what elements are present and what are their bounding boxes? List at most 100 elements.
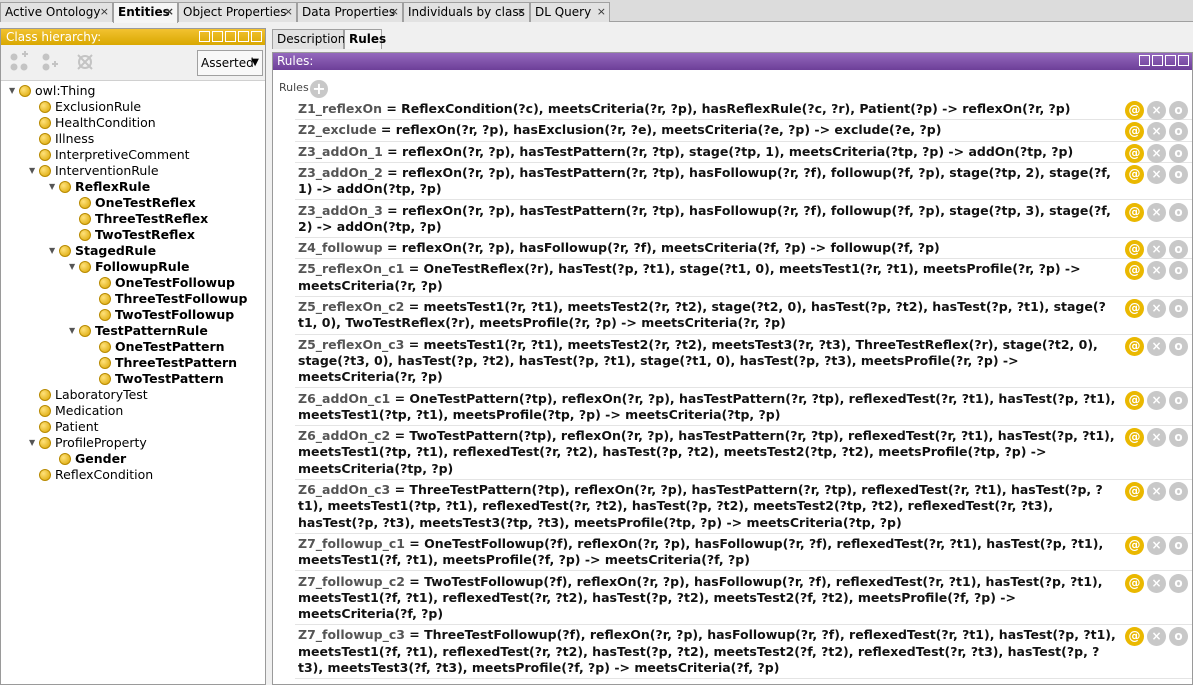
tree-node[interactable]: OneTestReflex [69, 195, 196, 211]
float-icon[interactable] [1139, 55, 1150, 66]
delete-icon[interactable]: × [1147, 299, 1166, 318]
tree-node[interactable]: LaboratoryTest [29, 387, 148, 403]
close-icon[interactable]: × [100, 3, 109, 21]
annotate-icon[interactable]: @ [1125, 482, 1144, 501]
delete-icon[interactable]: × [1147, 101, 1166, 120]
annotate-icon[interactable]: @ [1125, 240, 1144, 260]
expand-toggle-icon[interactable]: ▼ [29, 435, 39, 451]
tab-data-properties[interactable]: Data Properties × [297, 2, 403, 22]
delete-class-icon[interactable] [73, 51, 97, 75]
close-icon[interactable]: × [284, 3, 293, 21]
annotate-icon[interactable]: @ [1125, 573, 1144, 593]
delete-icon[interactable]: × [1147, 261, 1166, 281]
expand-toggle-icon[interactable]: ▼ [29, 163, 39, 179]
rule-row[interactable]: Z5_reflexOn_c1 = OneTestReflex(?r), hasT… [295, 259, 1192, 297]
annotate-icon[interactable]: @ [1125, 627, 1144, 647]
delete-icon[interactable]: × [1147, 535, 1166, 555]
tree-node[interactable]: Medication [29, 403, 123, 419]
delete-icon[interactable]: × [1147, 143, 1166, 163]
hierarchy-mode-select[interactable]: Asserted ▼ [197, 50, 263, 76]
edit-icon[interactable]: o [1169, 164, 1188, 184]
tree-node[interactable]: Patient [29, 419, 99, 435]
tree-node[interactable]: TwoTestReflex [69, 227, 195, 243]
delete-icon[interactable]: × [1147, 122, 1166, 142]
rule-row[interactable]: Z7_followup_c3 = ThreeTestFollowup(?f), … [295, 625, 1192, 680]
rule-row[interactable]: Z4_followup = reflexOn(?r, ?p), hasFollo… [295, 238, 1192, 260]
pin-icon[interactable] [199, 31, 210, 42]
tree-node[interactable]: OneTestFollowup [89, 275, 235, 291]
tab-dl-query[interactable]: DL Query × [530, 2, 610, 22]
edit-icon[interactable]: o [1169, 143, 1188, 163]
annotate-icon[interactable]: @ [1125, 164, 1144, 184]
tab-entities[interactable]: Entities × [113, 2, 178, 23]
expand-toggle-icon[interactable]: ▼ [9, 83, 19, 99]
edit-icon[interactable]: o [1169, 627, 1188, 647]
edit-icon[interactable]: o [1169, 390, 1188, 410]
tab-object-properties[interactable]: Object Properties × [178, 2, 297, 22]
edit-icon[interactable]: o [1169, 299, 1188, 318]
tree-node[interactable]: ▼ owl:Thing [9, 83, 95, 99]
annotate-icon[interactable]: @ [1125, 143, 1144, 163]
tree-node[interactable]: TwoTestFollowup [89, 307, 234, 323]
expand-toggle-icon[interactable]: ▼ [49, 243, 59, 259]
delete-icon[interactable]: × [1147, 336, 1166, 356]
edit-icon[interactable]: o [1169, 482, 1188, 501]
tree-node[interactable]: ThreeTestReflex [69, 211, 208, 227]
annotate-icon[interactable]: @ [1125, 101, 1144, 120]
delete-icon[interactable]: × [1147, 240, 1166, 260]
tree-node[interactable]: ReflexCondition [29, 467, 153, 483]
edit-icon[interactable]: o [1169, 122, 1188, 142]
annotate-icon[interactable]: @ [1125, 299, 1144, 318]
tree-node[interactable]: ▼ FollowupRule [69, 259, 189, 275]
tree-node[interactable]: ThreeTestFollowup [89, 291, 247, 307]
annotate-icon[interactable]: @ [1125, 336, 1144, 356]
edit-icon[interactable]: o [1169, 202, 1188, 222]
minimize-icon[interactable] [225, 31, 236, 42]
rule-row[interactable]: Z1_reflexOn = ReflexCondition(?c), meets… [295, 99, 1192, 121]
rule-row[interactable]: Z5_reflexOn_c3 = meetsTest1(?r, ?t1), me… [295, 335, 1192, 389]
expand-toggle-icon[interactable]: ▼ [69, 323, 79, 339]
annotate-icon[interactable]: @ [1125, 261, 1144, 281]
delete-icon[interactable]: × [1147, 482, 1166, 501]
maximize-icon[interactable] [238, 31, 249, 42]
maximize-icon[interactable] [1165, 55, 1176, 66]
edit-icon[interactable]: o [1169, 101, 1188, 120]
rule-row[interactable]: Z7_followup_c1 = OneTestFollowup(?f), re… [295, 534, 1192, 572]
delete-icon[interactable]: × [1147, 573, 1166, 593]
tree-node[interactable]: InterpretiveComment [29, 147, 190, 163]
tree-node[interactable]: ▼ InterventionRule [29, 163, 159, 179]
tree-node[interactable]: ▼ ReflexRule [49, 179, 150, 195]
delete-icon[interactable]: × [1147, 202, 1166, 222]
delete-icon[interactable]: × [1147, 164, 1166, 184]
rule-row[interactable]: Z6_addOn_c2 = TwoTestPattern(?tp), refle… [295, 426, 1192, 480]
rule-row[interactable]: Z3_addOn_3 = reflexOn(?r, ?p), hasTestPa… [295, 201, 1192, 239]
tree-node[interactable]: Gender [49, 451, 126, 467]
annotate-icon[interactable]: @ [1125, 122, 1144, 142]
rule-row[interactable]: Z7_followup_c2 = TwoTestFollowup(?f), re… [295, 572, 1192, 626]
add-sibling-icon[interactable] [37, 51, 61, 75]
close-icon[interactable]: × [390, 3, 399, 21]
add-rule-button[interactable]: + [310, 80, 328, 98]
rule-row[interactable]: Z2_exclude = reflexOn(?r, ?p), hasExclus… [295, 120, 1192, 142]
delete-icon[interactable]: × [1147, 627, 1166, 647]
close-icon[interactable]: × [597, 3, 606, 21]
edit-icon[interactable]: o [1169, 240, 1188, 260]
tree-node[interactable]: ▼ StagedRule [49, 243, 156, 259]
rule-row[interactable]: Z3_addOn_1 = reflexOn(?r, ?p), hasTestPa… [295, 142, 1192, 163]
close-icon[interactable]: × [517, 3, 526, 21]
edit-icon[interactable]: o [1169, 261, 1188, 281]
annotate-icon[interactable]: @ [1125, 390, 1144, 410]
edit-icon[interactable]: o [1169, 535, 1188, 555]
edit-icon[interactable]: o [1169, 336, 1188, 356]
annotate-icon[interactable]: @ [1125, 428, 1144, 448]
close-icon[interactable]: × [165, 3, 174, 21]
delete-icon[interactable]: × [1147, 390, 1166, 410]
rule-row[interactable]: Z6_addOn_c1 = OneTestPattern(?tp), refle… [295, 389, 1192, 427]
rule-row[interactable]: Z6_addOn_c3 = ThreeTestPattern(?tp), ref… [295, 480, 1192, 534]
tree-node[interactable]: Illness [29, 131, 94, 147]
tree-node[interactable]: TwoTestPattern [89, 371, 224, 387]
close-icon[interactable] [251, 31, 262, 42]
tab-rules[interactable]: Rules [344, 29, 386, 49]
tree-node[interactable]: OneTestPattern [89, 339, 225, 355]
expand-toggle-icon[interactable]: ▼ [49, 179, 59, 195]
